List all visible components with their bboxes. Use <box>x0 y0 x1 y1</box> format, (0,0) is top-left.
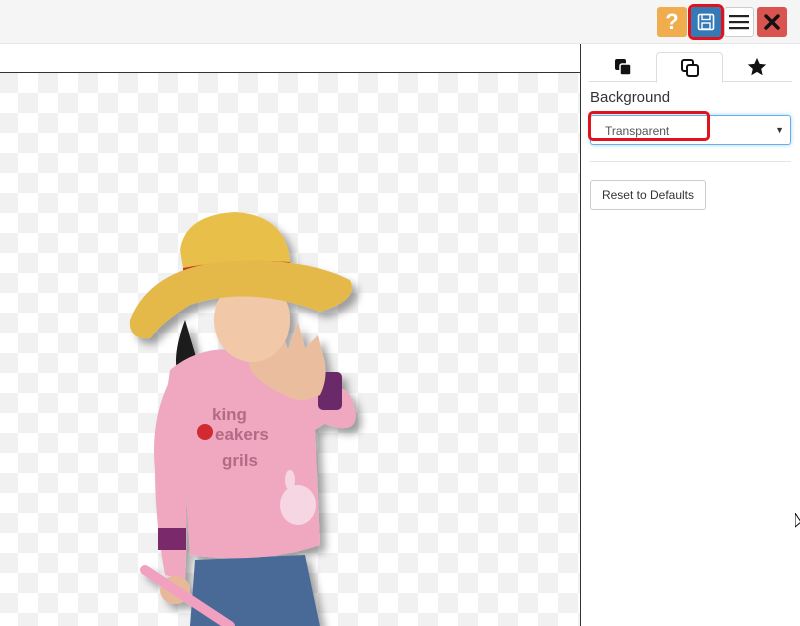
menu-button[interactable] <box>724 7 754 37</box>
top-toolbar: ? <box>0 0 800 44</box>
tab-copy-layers[interactable] <box>656 52 723 83</box>
mouse-cursor-icon <box>795 513 800 528</box>
question-icon: ? <box>665 9 679 34</box>
floppy-disk-icon <box>697 13 715 31</box>
hamburger-menu-icon <box>729 15 749 30</box>
help-button[interactable]: ? <box>657 7 687 37</box>
close-x-icon <box>764 14 780 30</box>
svg-text:grils: grils <box>222 451 258 470</box>
girl-cutout-image: king eakers grils <box>129 212 356 626</box>
panel-tabs <box>589 52 792 83</box>
layers-icon <box>614 59 632 76</box>
close-button[interactable] <box>757 7 787 37</box>
svg-text:king: king <box>212 405 247 424</box>
tab-favorites[interactable] <box>723 52 790 82</box>
save-button[interactable] <box>691 7 721 37</box>
image-canvas[interactable]: king eakers grils <box>0 73 581 626</box>
reset-to-defaults-button[interactable]: Reset to Defaults <box>590 180 706 210</box>
svg-text:eakers: eakers <box>215 425 269 444</box>
divider <box>590 161 791 162</box>
copy-layers-icon <box>680 58 699 77</box>
background-label: Background <box>590 89 671 106</box>
star-icon <box>747 57 766 76</box>
tab-layers[interactable] <box>589 52 656 82</box>
background-select-value: Transparent <box>605 124 670 138</box>
settings-panel: Background Transparent ▼ Reset to Defaul… <box>581 44 800 626</box>
background-select[interactable]: Transparent ▼ <box>590 115 791 145</box>
chevron-down-icon: ▼ <box>775 125 784 135</box>
